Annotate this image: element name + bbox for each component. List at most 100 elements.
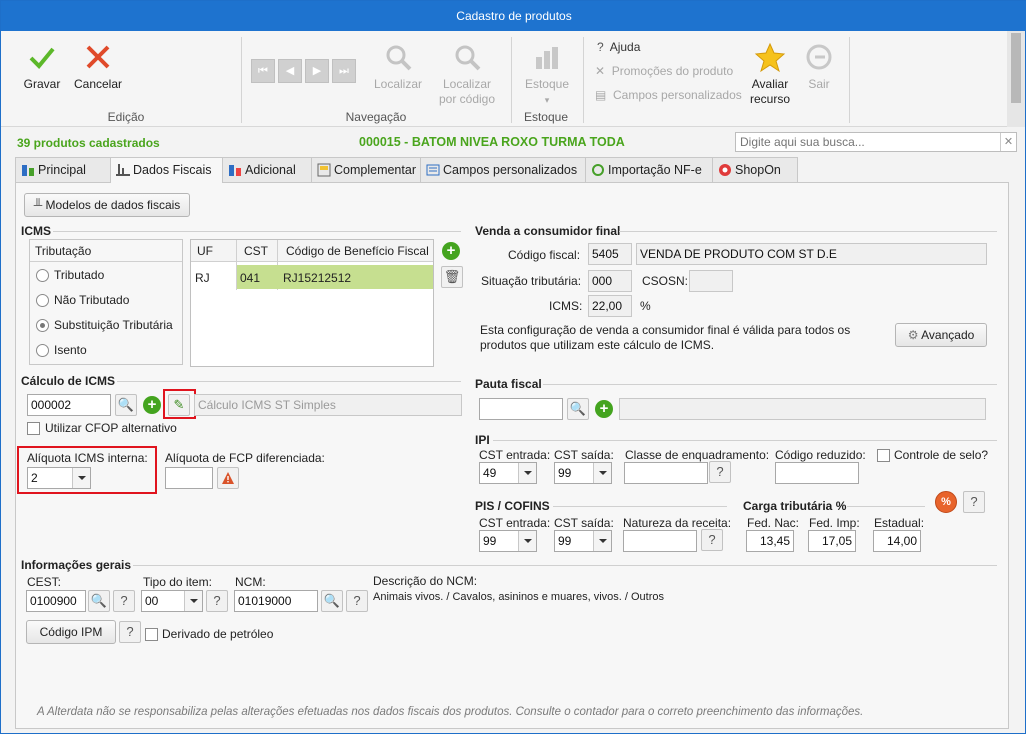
derivado-petroleo-checkbox[interactable] <box>145 628 158 641</box>
tipo-item-help-button[interactable]: ? <box>206 590 228 612</box>
delete-row-button[interactable]: 🗑 <box>441 266 463 288</box>
pis-cst-saida-label: CST saída: <box>554 516 614 530</box>
descricao-ncm-label: Descrição do NCM: <box>373 574 478 588</box>
help-icon: ? <box>708 532 716 547</box>
fed-nac-label: Fed. Nac: <box>747 516 800 530</box>
col-cst: CST <box>244 244 268 258</box>
csosn-field <box>689 270 733 292</box>
localizar-codigo-button[interactable]: Localizar por código <box>433 41 501 107</box>
ncm-field[interactable]: 01019000 <box>234 590 318 612</box>
carga-percent-button[interactable]: % <box>935 491 957 513</box>
add-row-button[interactable]: + <box>441 241 463 263</box>
calculo-code-field[interactable]: 000002 <box>27 394 111 416</box>
previous-record-icon[interactable]: ◀ <box>278 59 302 83</box>
pis-cst-entrada-dropdown[interactable]: 99 <box>479 530 537 552</box>
pis-cst-entrada-label: CST entrada: <box>479 516 551 530</box>
pauta-search-button[interactable]: 🔍 <box>567 398 589 420</box>
tab-importacao-nfe[interactable]: Importação NF-e <box>585 157 713 182</box>
tab-principal[interactable]: Principal <box>15 157 111 182</box>
localizar-button[interactable]: Localizar <box>369 41 427 92</box>
tab-campos-personalizados[interactable]: Campos personalizados <box>420 157 586 182</box>
check-icon <box>29 47 55 69</box>
help-icon: ? <box>213 593 221 608</box>
tab-adicional[interactable]: Adicional <box>222 157 312 182</box>
calculo-add-button[interactable]: + <box>143 396 161 414</box>
tab-complementar[interactable]: Complementar <box>311 157 421 182</box>
divider <box>619 231 997 232</box>
codigo-ipm-button[interactable]: Código IPM <box>26 620 116 644</box>
classe-help-button[interactable]: ? <box>709 461 731 483</box>
tab-dados-fiscais[interactable]: Dados Fiscais <box>110 157 223 183</box>
pis-cst-saida-dropdown[interactable]: 99 <box>554 530 612 552</box>
fcp-field[interactable] <box>165 467 213 489</box>
product-name: 000015 - BATOM NIVEA ROXO TURMA TODA <box>359 135 625 149</box>
tipo-item-dropdown[interactable]: 00 <box>141 590 203 612</box>
classe-enquadramento-field[interactable] <box>624 462 708 484</box>
codigo-fiscal-description: VENDA DE PRODUTO COM ST D.E <box>636 243 987 265</box>
stock-icon <box>536 47 558 69</box>
ribbon-scrollbar[interactable] <box>1007 31 1025 127</box>
radio-nao-tributado[interactable] <box>36 294 49 307</box>
pauta-add-button[interactable]: + <box>595 400 613 418</box>
ncm-help-button[interactable]: ? <box>346 590 368 612</box>
fed-nac-field[interactable]: 13,45 <box>746 530 794 552</box>
calculo-search-button[interactable]: 🔍 <box>115 394 137 416</box>
cancelar-label: Cancelar <box>73 77 123 91</box>
cancelar-button[interactable]: Cancelar <box>73 41 123 92</box>
ipi-cst-saida-dropdown[interactable]: 99 <box>554 462 612 484</box>
controle-selo-checkbox[interactable] <box>877 449 890 462</box>
custom-fields-icon: ▤ <box>595 88 607 102</box>
avaliar-recurso-button[interactable]: Avaliar recurso <box>745 41 795 107</box>
cfop-alternativo-label: Utilizar CFOP alternativo <box>45 421 177 435</box>
estadual-field[interactable]: 14,00 <box>873 530 921 552</box>
sair-button[interactable]: Sair <box>803 41 835 92</box>
cfop-alternativo-checkbox[interactable] <box>27 422 40 435</box>
carga-help-button[interactable]: ? <box>963 491 985 513</box>
campos-personalizados-button[interactable]: ▤ Campos personalizados <box>595 88 742 102</box>
estoque-button[interactable]: Estoque ▾ <box>521 41 573 108</box>
ajuda-button[interactable]: ? Ajuda <box>597 40 640 54</box>
codigo-reduzido-field[interactable] <box>775 462 859 484</box>
natureza-help-button[interactable]: ? <box>701 529 723 551</box>
radio-substituicao-tributaria[interactable] <box>36 319 49 332</box>
radio-isento[interactable] <box>36 344 49 357</box>
first-record-icon[interactable]: ⏮ <box>251 59 275 83</box>
nav-buttons: ⏮ ◀ ▶ ⏭ <box>251 59 357 83</box>
tab-shopon[interactable]: ShopOn <box>712 157 798 182</box>
fed-imp-field[interactable]: 17,05 <box>808 530 856 552</box>
chevron-down-icon <box>518 531 536 551</box>
ipi-cst-entrada-dropdown[interactable]: 49 <box>479 462 537 484</box>
avancado-button[interactable]: ⚙ Avançado <box>895 323 987 347</box>
radio-substituicao-label: Substituição Tributária <box>54 318 173 332</box>
next-record-icon[interactable]: ▶ <box>305 59 329 83</box>
icms-label: ICMS: <box>549 299 583 313</box>
chevron-down-icon <box>72 468 90 488</box>
scrollbar-thumb[interactable] <box>1011 33 1021 103</box>
last-record-icon[interactable]: ⏭ <box>332 59 356 83</box>
pauta-fiscal-field[interactable] <box>479 398 563 420</box>
help-icon: ? <box>126 624 134 639</box>
campos-label: Campos personalizados <box>613 88 742 102</box>
ribbon-separator <box>241 37 242 123</box>
modelos-dados-fiscais-button[interactable]: ╨ Modelos de dados fiscais <box>24 193 190 217</box>
aliquota-icms-dropdown[interactable]: 2 <box>27 467 91 489</box>
cest-help-button[interactable]: ? <box>113 590 135 612</box>
search-input[interactable] <box>735 132 1017 152</box>
group-label-edicao: Edição <box>107 110 145 124</box>
help-icon: ? <box>353 593 361 608</box>
warning-icon <box>222 472 234 484</box>
ncm-search-button[interactable]: 🔍 <box>321 590 343 612</box>
radio-tributado[interactable] <box>36 269 49 282</box>
carga-tributaria-title: Carga tributária % <box>743 499 847 513</box>
fcp-warning-button[interactable] <box>217 467 239 489</box>
cest-search-button[interactable]: 🔍 <box>88 590 110 612</box>
ipm-help-button[interactable]: ? <box>119 621 141 643</box>
cest-field[interactable]: 0100900 <box>26 590 86 612</box>
promocoes-button[interactable]: ✕ Promoções do produto <box>595 64 733 78</box>
cell-uf: RJ <box>195 271 210 285</box>
exit-icon <box>806 44 832 70</box>
natureza-receita-field[interactable] <box>623 530 697 552</box>
gravar-button[interactable]: Gravar <box>21 41 63 92</box>
search-code-icon <box>455 45 481 71</box>
search-clear-icon[interactable]: ✕ <box>1000 133 1016 151</box>
